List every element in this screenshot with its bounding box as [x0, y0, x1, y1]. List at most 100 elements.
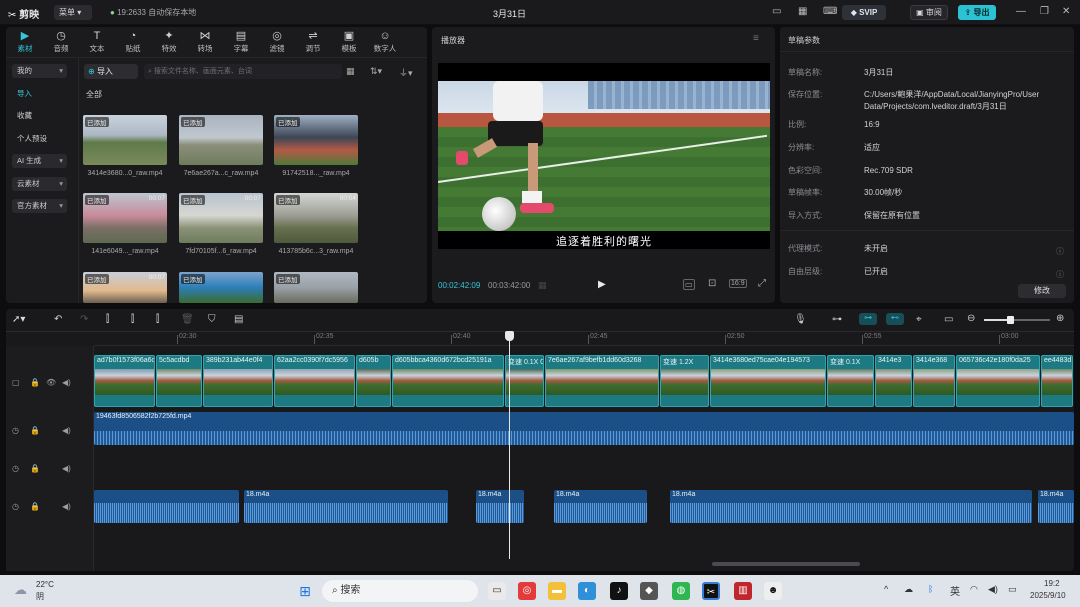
tab-text[interactable]: T 文本 — [80, 29, 114, 54]
speaker-icon[interactable]: ◀) — [988, 584, 998, 595]
music-clip[interactable]: 18.m4a — [670, 490, 1032, 523]
playhead[interactable] — [509, 331, 510, 559]
ai-caption-icon[interactable]: ▤ — [234, 314, 243, 325]
sidebar-item[interactable]: AI 生成 ▾ — [12, 154, 67, 168]
media-thumbnail[interactable]: 已添加 00:07 — [83, 272, 167, 303]
lock-icon[interactable]: 🔒 — [30, 464, 40, 473]
media-thumbnail[interactable]: 已添加 — [83, 115, 167, 165]
wifi-icon[interactable]: ◠ — [970, 584, 978, 595]
video-clip[interactable]: 3414e3680ed75cae04e194573 — [710, 355, 826, 407]
video-clip[interactable]: 变速 0.1X 04 — [505, 355, 544, 407]
bluetooth-icon[interactable]: ᛒ — [928, 584, 933, 594]
video-clip[interactable]: 3414e368 — [913, 355, 955, 407]
split-left-icon[interactable]: ⫿ — [131, 314, 134, 325]
preview-axis-icon[interactable]: ⌖ — [916, 314, 922, 325]
zoom-out-icon[interactable]: ⊖ — [967, 313, 975, 324]
sidebar-item[interactable]: 云素材 ▾ — [12, 177, 67, 191]
weather-icon[interactable]: ☁ — [14, 582, 27, 598]
magnet-icon[interactable]: ⊶ — [859, 313, 877, 325]
volume-icon[interactable]: ◀) — [62, 464, 71, 473]
video-clip[interactable]: d605bbca4360d672bcd25191a — [392, 355, 504, 407]
sort-icon[interactable]: ⇅▾ — [370, 66, 382, 77]
import-button[interactable]: ⊕ 导入 — [84, 64, 138, 79]
video-clip[interactable]: 62aa2cc0390f7dc5956 — [274, 355, 355, 407]
music-clip[interactable] — [94, 490, 239, 523]
svip-button[interactable]: ◆ SVIP — [842, 5, 886, 20]
volume-icon[interactable]: ◀) — [62, 502, 71, 511]
music-clip[interactable]: 18.m4a — [476, 490, 524, 523]
tab-avatar[interactable]: ☺ 数字人 — [368, 29, 402, 54]
video-clip[interactable]: d605b — [356, 355, 391, 407]
jianying-icon[interactable]: ✂ — [702, 582, 720, 600]
redo-icon[interactable]: ↷ — [80, 314, 88, 325]
media-thumbnail[interactable]: 已添加 — [179, 272, 263, 303]
sidebar-item[interactable]: 官方素材 ▾ — [12, 199, 67, 213]
video-clip[interactable]: 变速 0.1X — [827, 355, 874, 407]
windows-start-icon[interactable]: ⊞ — [296, 582, 314, 600]
link-icon[interactable]: ⊶ — [832, 314, 842, 325]
review-button[interactable]: ▣ 审阅 — [910, 5, 948, 20]
ratio-button[interactable]: 16:9 — [729, 279, 747, 288]
wechat-icon[interactable]: ◍ — [672, 582, 690, 600]
tiktok-icon[interactable]: ♪ — [610, 582, 628, 600]
cover-icon[interactable]: ▢ — [12, 378, 20, 387]
menu-lines-icon[interactable]: ≡ — [753, 33, 759, 44]
fullscreen-icon[interactable]: ⤢ — [758, 278, 766, 289]
netease-icon[interactable]: ◎ — [518, 582, 536, 600]
lock-icon[interactable]: 🔒 — [30, 426, 40, 435]
grid-view-icon[interactable]: ▦ — [346, 66, 355, 77]
zoom-handle[interactable] — [1007, 316, 1014, 324]
lock-icon[interactable]: 🔒 — [30, 502, 40, 511]
full-view-icon[interactable]: ▭ — [944, 314, 953, 325]
sidebar-item[interactable]: 个人预设 — [12, 132, 67, 146]
sidebar-item[interactable]: 我的 ▾ — [12, 64, 67, 78]
tab-audio[interactable]: ◷ 音频 — [44, 29, 78, 54]
playhead-handle[interactable] — [505, 331, 514, 341]
media-thumbnail[interactable]: 已添加 00:07 — [83, 193, 167, 243]
edit-button[interactable]: 修改 — [1018, 284, 1066, 298]
video-track[interactable]: ad7b0f1573f06a6c 5c5acdbd 389b231ab44e0f4 6… — [94, 355, 1074, 407]
media-thumbnail[interactable]: 已添加 00:04 — [274, 193, 358, 243]
layout-icon[interactable]: ▦ — [798, 6, 807, 17]
taskbar-search[interactable]: ⌕ 搜索 — [322, 580, 478, 602]
info-icon[interactable]: ⓘ — [1056, 269, 1064, 280]
tab-transition[interactable]: ⋈ 转场 — [188, 29, 222, 54]
select-tool-icon[interactable]: ➚▾ — [12, 314, 25, 325]
search-input[interactable]: ⌕ 搜索文件名称、画面元素、台词 — [144, 64, 342, 79]
music-clip[interactable]: 18.m4a — [244, 490, 448, 523]
qq-icon[interactable]: ☻ — [764, 582, 782, 600]
media-thumbnail[interactable]: 已添加 — [274, 115, 358, 165]
eye-icon[interactable]: 👁 — [46, 378, 56, 387]
tab-media[interactable]: ▶ 素材 — [8, 29, 42, 54]
video-clip[interactable]: 065736c42e180f0da25 — [956, 355, 1040, 407]
chevron-up-icon[interactable]: ^ — [884, 584, 888, 594]
microphone-icon[interactable]: 🎙 — [794, 314, 807, 325]
video-clip[interactable]: 5c5acdbd — [156, 355, 202, 407]
tab-caption[interactable]: ▤ 字幕 — [224, 29, 258, 54]
video-clip[interactable]: ad7b0f1573f06a6c — [94, 355, 155, 407]
music-track[interactable]: 18.m4a 18.m4a 18.m4a 18.m4a 18.m4a — [94, 490, 1074, 523]
snap-icon[interactable]: ⊷ — [886, 313, 904, 325]
tab-filter[interactable]: ◎ 滤镜 — [260, 29, 294, 54]
zoom-in-icon[interactable]: ⊕ — [1056, 313, 1064, 324]
marker-icon[interactable]: ⛉ — [208, 314, 216, 325]
audio-clip-main[interactable]: 19463fd8506582f2b725fd.mp4 — [94, 412, 1074, 445]
quality-icon[interactable]: ▭ — [683, 279, 695, 290]
video-clip[interactable]: 389b231ab44e0f4 — [203, 355, 273, 407]
video-preview[interactable]: 追逐着胜利的曙光 — [438, 63, 770, 249]
media-thumbnail[interactable]: 已添加 00:07 — [179, 193, 263, 243]
filter-icon[interactable]: ⏚▾ — [399, 66, 413, 79]
music-clip[interactable]: 18.m4a — [1038, 490, 1074, 523]
media-thumbnail[interactable]: 已添加 — [179, 115, 263, 165]
menu-button[interactable]: 菜单 ▾ — [54, 5, 92, 20]
media-thumbnail[interactable]: 已添加 — [274, 272, 358, 303]
tab-template[interactable]: ▣ 模板 — [332, 29, 366, 54]
filter-all[interactable]: 全部 — [86, 89, 102, 100]
video-clip[interactable]: 变速 1.2X — [660, 355, 709, 407]
maximize-icon[interactable]: ❐ — [1040, 6, 1049, 17]
edge-icon[interactable]: ◐ — [578, 582, 596, 600]
sidebar-item[interactable]: 收藏 — [12, 109, 67, 123]
video-clip[interactable]: 3414e3 — [875, 355, 912, 407]
info-icon[interactable]: ⓘ — [1056, 246, 1064, 257]
ime-indicator[interactable]: 英 — [950, 583, 960, 598]
